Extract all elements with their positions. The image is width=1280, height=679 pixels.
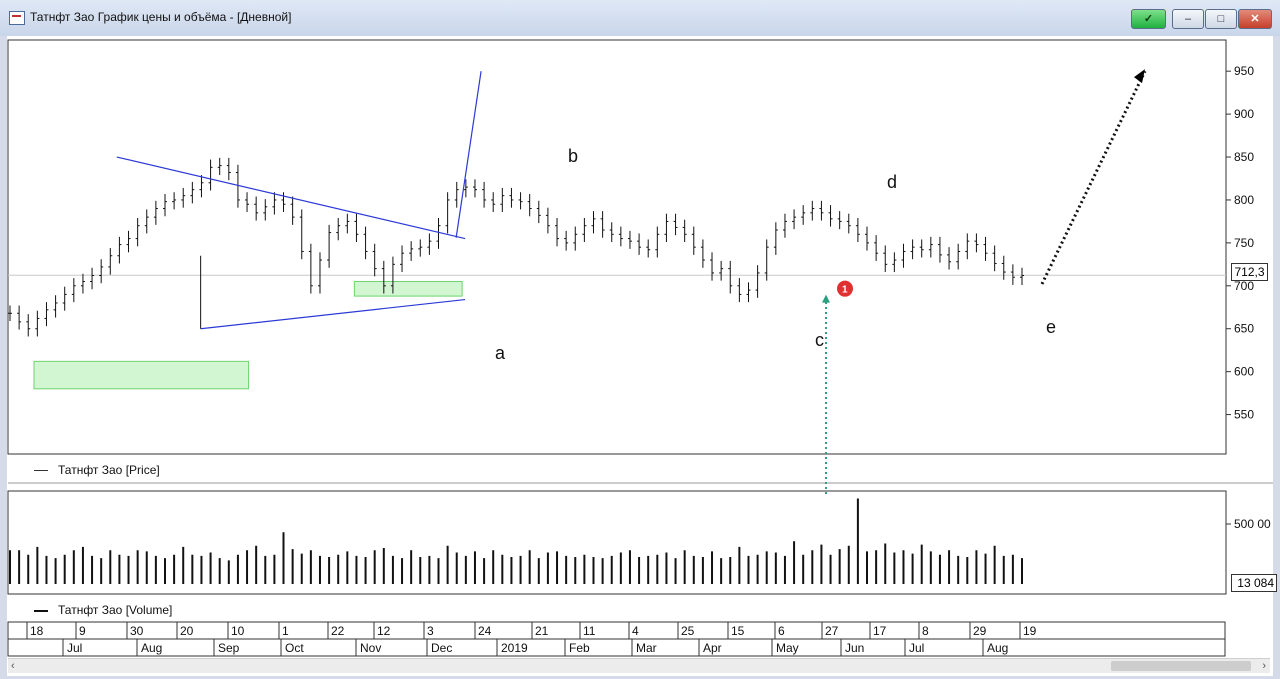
month-label: Nov (360, 641, 381, 655)
wave-label-e: e (1046, 317, 1056, 337)
price-volume-chart[interactable]: 950900850800750700650600550abcde1500 001… (0, 0, 1280, 679)
last-price-badge: 712,3 (1231, 263, 1268, 281)
month-label: May (776, 641, 799, 655)
price-axis-label: 650 (1234, 322, 1254, 336)
volume-link-arrowhead (822, 294, 830, 303)
scrollbar-thumb[interactable] (1111, 661, 1251, 671)
day-label: 1 (282, 624, 289, 638)
day-label: 30 (130, 624, 144, 638)
month-label: Aug (987, 641, 1008, 655)
month-label: Jul (67, 641, 82, 655)
day-label: 24 (478, 624, 492, 638)
month-label: Mar (636, 641, 657, 655)
day-label: 10 (231, 624, 245, 638)
month-label: Apr (703, 641, 722, 655)
price-axis-label: 800 (1234, 193, 1254, 207)
day-label: 20 (180, 624, 194, 638)
lower-trendline (200, 298, 466, 330)
price-axis-label: 550 (1234, 408, 1254, 422)
day-label: 15 (731, 624, 745, 638)
day-label: 8 (922, 624, 929, 638)
wave-label-c: c (815, 330, 824, 350)
day-label: 12 (377, 624, 391, 638)
price-panel-frame (7, 39, 1227, 455)
price-axis-label: 950 (1234, 64, 1254, 78)
day-label: 25 (681, 624, 695, 638)
month-label: Dec (431, 641, 452, 655)
scroll-right-icon[interactable]: › (1262, 659, 1266, 673)
wave-label-d: d (887, 172, 897, 192)
support-zone (353, 281, 463, 297)
day-label: 27 (825, 624, 839, 638)
event-marker-label: 1 (842, 285, 848, 296)
horizontal-scrollbar[interactable]: ‹ › (8, 658, 1270, 673)
breakout-trendline (455, 71, 482, 238)
day-label: 18 (30, 624, 44, 638)
projection-arrowhead (1134, 69, 1145, 84)
upper-trendline (116, 156, 466, 240)
month-label: Jul (909, 641, 924, 655)
month-label: Feb (569, 641, 590, 655)
month-label: Aug (141, 641, 162, 655)
price-legend: Татнфт Зао [Price] (34, 463, 160, 477)
wave-label-a: a (495, 343, 506, 363)
day-label: 29 (973, 624, 987, 638)
scroll-left-icon[interactable]: ‹ (11, 659, 15, 673)
volume-axis-label: 500 00 (1234, 517, 1271, 531)
volume-legend-label: Татнфт Зао [Volume] (58, 603, 173, 617)
month-label: Sep (218, 641, 240, 655)
month-label: Jun (845, 641, 864, 655)
projection-arrow (1040, 70, 1147, 285)
volume-legend: Татнфт Зао [Volume] (34, 603, 172, 617)
day-label: 21 (535, 624, 549, 638)
price-legend-label: Татнфт Зао [Price] (58, 463, 160, 477)
day-label: 9 (79, 624, 86, 638)
price-legend-swatch (34, 470, 48, 472)
day-label: 22 (331, 624, 345, 638)
price-axis-label: 750 (1234, 236, 1254, 250)
day-label: 19 (1023, 624, 1037, 638)
day-label: 11 (583, 624, 596, 638)
support-zone (33, 360, 250, 390)
volume-panel-frame (7, 490, 1227, 595)
price-axis-label: 900 (1234, 107, 1254, 121)
price-axis-label: 850 (1234, 150, 1254, 164)
day-label: 17 (873, 624, 887, 638)
day-label: 3 (427, 624, 434, 638)
wave-label-b: b (568, 146, 578, 166)
day-label: 6 (778, 624, 785, 638)
month-label: 2019 (501, 641, 528, 655)
price-axis-label: 600 (1234, 365, 1254, 379)
last-volume-badge: 13 084 (1231, 574, 1277, 592)
volume-legend-swatch (34, 609, 48, 612)
day-label: 4 (632, 624, 639, 638)
month-label: Oct (285, 641, 304, 655)
